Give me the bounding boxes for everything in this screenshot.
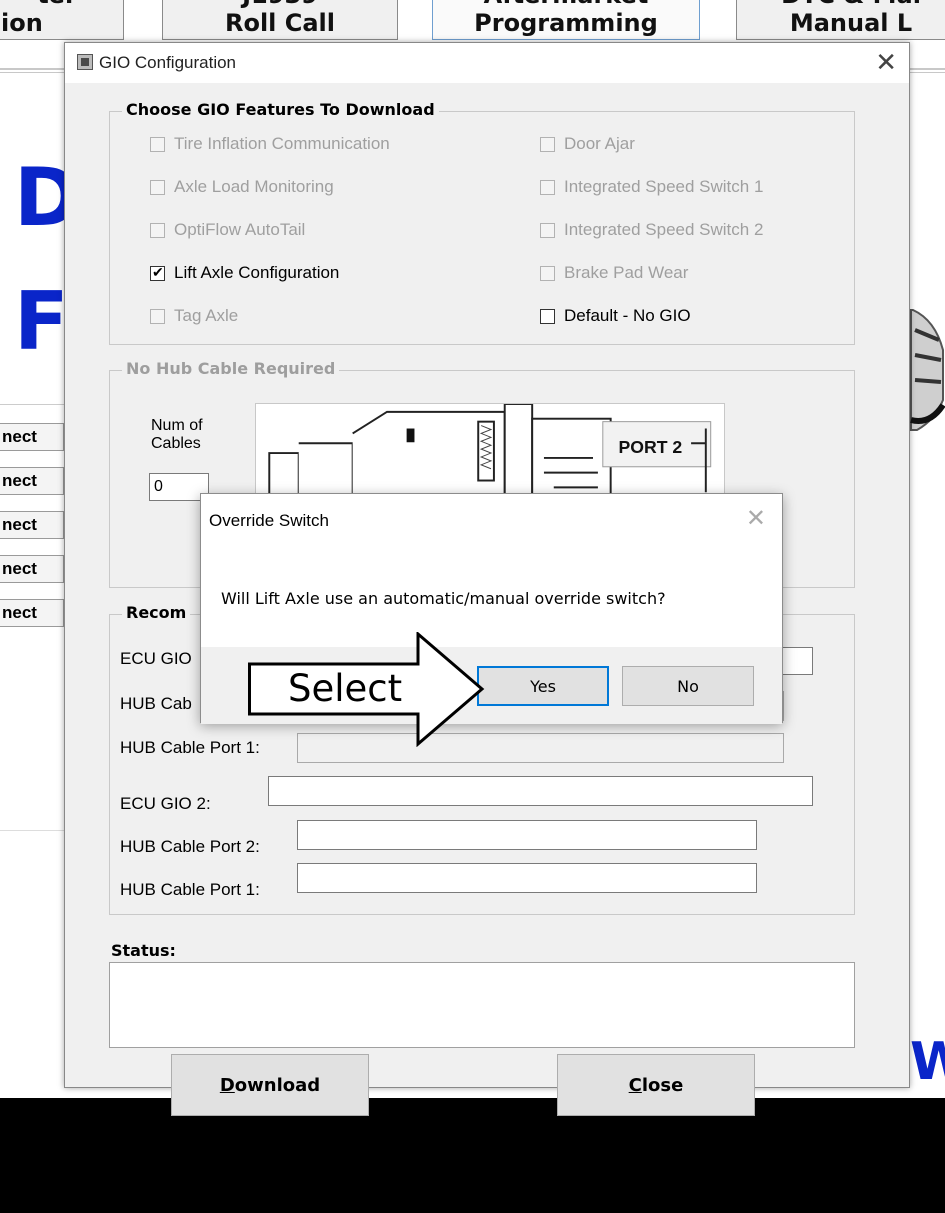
download-button[interactable]: Download (171, 1054, 369, 1116)
checkbox-label: Axle Load Monitoring (174, 177, 334, 196)
checkbox-label: OptiFlow AutoTail (174, 220, 306, 239)
bg-footer-bar (0, 1098, 945, 1213)
checkbox-speed-switch-1[interactable]: Integrated Speed Switch 1 (540, 177, 763, 197)
checkbox-box[interactable] (150, 179, 165, 195)
checkbox-label: Tag Axle (174, 306, 239, 325)
checkbox-axle-load[interactable]: Axle Load Monitoring (150, 177, 334, 197)
bg-tab-line: DTC & Mai (737, 0, 945, 9)
hub-cable-port-1-field-b[interactable] (297, 863, 757, 893)
bg-tab-line: Aftermarket (433, 0, 699, 9)
override-message: Will Lift Axle use an automatic/manual o… (221, 589, 666, 608)
bg-tab-j1939-roll-call[interactable]: J1939 Roll Call (162, 0, 398, 40)
bg-tab-line: J1939 (163, 0, 397, 9)
checkbox-label: Integrated Speed Switch 2 (564, 220, 764, 239)
bg-tab-dtc-manual[interactable]: DTC & Mai Manual L (736, 0, 945, 40)
bg-connect-button[interactable]: nect (0, 467, 64, 495)
override-close-icon[interactable]: ✕ (746, 504, 766, 533)
checkbox-box[interactable] (540, 308, 555, 324)
bg-tab-line: ion (1, 9, 43, 37)
checkbox-lift-axle[interactable]: ✔ Lift Axle Configuration (150, 263, 339, 283)
field-label: HUB Cable Port 1: (120, 880, 260, 899)
connector-port-label: PORT 2 (619, 437, 683, 457)
hub-cable-group-label: No Hub Cable Required (122, 359, 340, 378)
checkbox-box[interactable] (150, 222, 165, 238)
bg-heading-letter: W (910, 1032, 945, 1092)
field-label: ECU GIO (120, 649, 192, 668)
checkbox-speed-switch-2[interactable]: Integrated Speed Switch 2 (540, 220, 763, 240)
checkbox-default-no-gio[interactable]: Default - No GIO (540, 306, 691, 326)
override-dialog-title: Override Switch (209, 511, 329, 530)
checkbox-label: Door Ajar (564, 134, 635, 153)
bg-divider (0, 830, 64, 831)
checkbox-label: Tire Inflation Communication (174, 134, 390, 153)
bg-connect-button[interactable]: nect (0, 599, 64, 627)
checkbox-brake-pad-wear[interactable]: Brake Pad Wear (540, 263, 688, 283)
bg-connect-button[interactable]: nect (0, 423, 64, 451)
recommended-group-label: Recom (122, 603, 191, 622)
app-icon (77, 54, 93, 70)
close-mnemonic: C (628, 1074, 642, 1096)
close-button[interactable]: Close (557, 1054, 755, 1116)
hub-cable-port-1-input-b[interactable] (298, 864, 756, 892)
hub-cable-port-2-input-b[interactable] (298, 821, 756, 849)
truck-graphic-icon (910, 309, 945, 431)
checkbox-box[interactable] (540, 136, 555, 152)
num-cables-label: Num of Cables (151, 417, 203, 453)
bg-connect-button[interactable]: nect (0, 511, 64, 539)
checkbox-box[interactable] (540, 222, 555, 238)
no-button[interactable]: No (622, 666, 754, 706)
select-annotation-label: Select (288, 667, 403, 710)
checkbox-label: Integrated Speed Switch 1 (564, 177, 764, 196)
bg-tab-line: Roll Call (224, 9, 336, 37)
hub-cable-port-2-field-b[interactable] (297, 820, 757, 850)
checkbox-label: Lift Axle Configuration (174, 263, 340, 282)
checkbox-optiflow[interactable]: OptiFlow AutoTail (150, 220, 305, 240)
features-group: Choose GIO Features To Download Tire Inf… (109, 100, 855, 345)
field-label: ECU GIO 2: (120, 794, 211, 813)
bg-tab-connection[interactable]: ter ion (0, 0, 124, 40)
num-cables-label-line: Cables (151, 435, 201, 452)
features-group-label: Choose GIO Features To Download (122, 100, 439, 119)
checkbox-box[interactable]: ✔ (150, 263, 165, 281)
bg-heading-letter: F (14, 275, 69, 368)
num-cables-label-line: Num of (151, 417, 203, 434)
download-mnemonic: D (219, 1074, 235, 1096)
close-label: lose (641, 1074, 684, 1096)
bg-tab-line: ter (0, 0, 123, 9)
checkmark-icon: ✔ (152, 263, 164, 280)
title-bar[interactable]: GIO Configuration ✕ (65, 43, 909, 83)
checkbox-box[interactable] (150, 136, 165, 152)
checkbox-tire-inflation[interactable]: Tire Inflation Communication (150, 134, 390, 154)
checkbox-label: Default - No GIO (564, 306, 691, 325)
field-label: HUB Cable Port 1: (120, 738, 260, 757)
download-label: ownload (234, 1074, 321, 1096)
checkbox-box[interactable] (540, 179, 555, 195)
bg-connect-button[interactable]: nect (0, 555, 64, 583)
field-label: HUB Cab (120, 694, 192, 713)
status-label: Status: (111, 941, 176, 960)
bg-divider (0, 404, 64, 405)
bg-tab-aftermarket-programming[interactable]: Aftermarket Programming (432, 0, 700, 40)
checkbox-door-ajar[interactable]: Door Ajar (540, 134, 635, 154)
yes-button[interactable]: Yes (477, 666, 609, 706)
dialog-title: GIO Configuration (99, 53, 237, 72)
bg-tab-line: Manual L (789, 9, 913, 37)
ecu-gio-2-field[interactable] (268, 776, 813, 806)
bg-tab-line: Programming (474, 9, 658, 37)
ecu-gio-2-input[interactable] (269, 777, 812, 805)
close-icon[interactable]: ✕ (875, 47, 897, 78)
status-box[interactable] (109, 962, 855, 1048)
checkbox-tag-axle[interactable]: Tag Axle (150, 306, 238, 326)
checkbox-label: Brake Pad Wear (564, 263, 689, 282)
field-label: HUB Cable Port 2: (120, 837, 260, 856)
checkbox-box[interactable] (540, 265, 555, 281)
checkbox-box[interactable] (150, 308, 165, 324)
